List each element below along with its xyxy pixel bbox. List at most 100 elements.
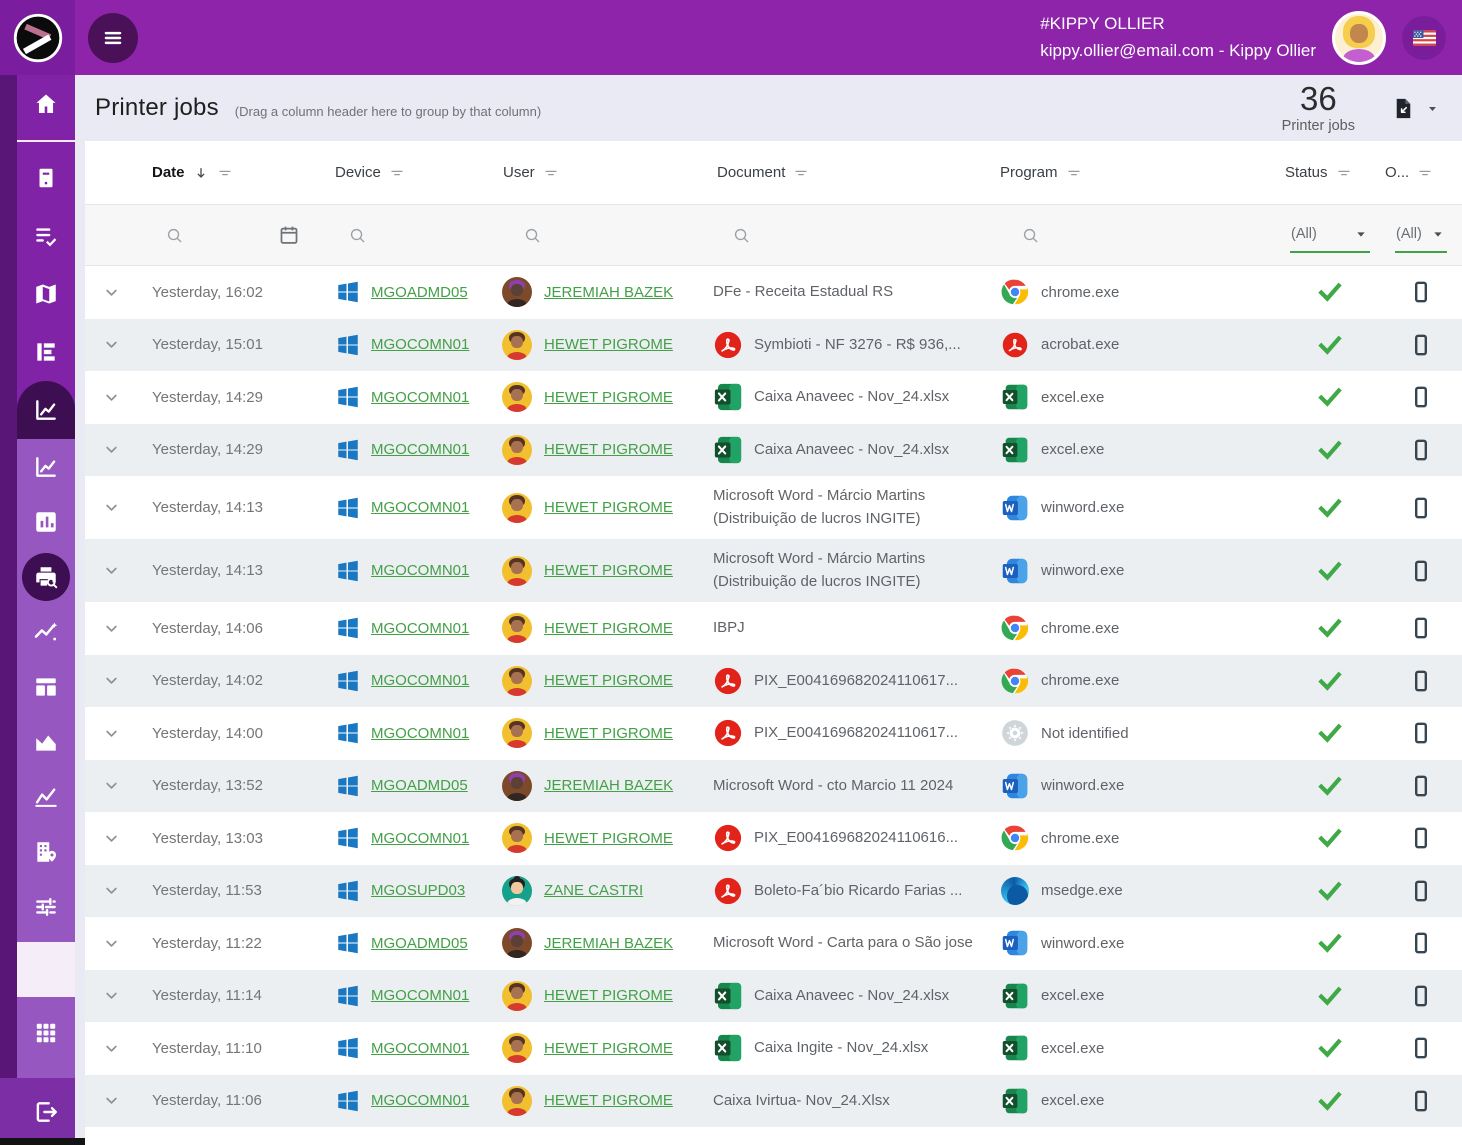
sidebar-item-apps[interactable]: [17, 1005, 75, 1060]
expand-row-chevron-icon[interactable]: [102, 1039, 121, 1058]
sidebar-item-divider[interactable]: [17, 942, 75, 997]
sidebar-item-analytics[interactable]: [17, 381, 75, 439]
origin-filter-select[interactable]: (All): [1380, 217, 1462, 253]
origin-phone-icon[interactable]: [1409, 438, 1433, 462]
column-header-user[interactable]: User: [498, 164, 712, 181]
calendar-icon[interactable]: [278, 224, 300, 246]
expand-row-chevron-icon[interactable]: [102, 986, 121, 1005]
user-link[interactable]: HEWET PIGROME: [544, 1040, 673, 1057]
sidebar-item-logout[interactable]: [17, 1083, 75, 1141]
expand-row-chevron-icon[interactable]: [102, 498, 121, 517]
device-link[interactable]: MGOCOMN01: [371, 672, 469, 689]
user-link[interactable]: HEWET PIGROME: [544, 830, 673, 847]
column-header-origin[interactable]: O...: [1380, 164, 1462, 181]
expand-row-chevron-icon[interactable]: [102, 1091, 121, 1110]
user-link[interactable]: HEWET PIGROME: [544, 389, 673, 406]
sidebar-item-tune[interactable]: [17, 879, 75, 934]
user-link[interactable]: HEWET PIGROME: [544, 725, 673, 742]
filter-icon[interactable]: [1066, 165, 1082, 181]
origin-phone-icon[interactable]: [1409, 669, 1433, 693]
table-row[interactable]: Yesterday, 14:00 MGOCOMN01 HEWET PIGROME: [85, 707, 1462, 760]
origin-phone-icon[interactable]: [1409, 280, 1433, 304]
menu-button[interactable]: [88, 13, 138, 63]
origin-phone-icon[interactable]: [1409, 496, 1433, 520]
device-link[interactable]: MGOCOMN01: [371, 499, 469, 516]
table-row[interactable]: Yesterday, 14:29 MGOCOMN01 HEWET PIGROME: [85, 371, 1462, 424]
column-header-date[interactable]: Date: [137, 164, 330, 181]
column-header-document[interactable]: Document: [712, 164, 995, 181]
sidebar-item-trends[interactable]: [17, 604, 75, 659]
table-row[interactable]: Yesterday, 13:03 MGOCOMN01 HEWET PIGROME: [85, 812, 1462, 865]
sidebar-item-locations[interactable]: [17, 824, 75, 879]
expand-row-chevron-icon[interactable]: [102, 829, 121, 848]
filter-icon[interactable]: [793, 165, 809, 181]
device-link[interactable]: MGOCOMN01: [371, 389, 469, 406]
origin-phone-icon[interactable]: [1409, 984, 1433, 1008]
sidebar-item-charts[interactable]: [17, 439, 75, 494]
origin-phone-icon[interactable]: [1409, 826, 1433, 850]
sidebar-item-divider[interactable]: [17, 140, 75, 142]
export-button[interactable]: [1391, 96, 1440, 121]
expand-row-chevron-icon[interactable]: [102, 724, 121, 743]
user-link[interactable]: JEREMIAH BAZEK: [544, 777, 673, 794]
table-row[interactable]: Yesterday, 11:22 MGOADMD05 JEREMIAH BAZE…: [85, 917, 1462, 970]
origin-phone-icon[interactable]: [1409, 879, 1433, 903]
sidebar-item-home[interactable]: [17, 75, 75, 133]
expand-row-chevron-icon[interactable]: [102, 561, 121, 580]
filter-icon[interactable]: [1417, 165, 1433, 181]
origin-phone-icon[interactable]: [1409, 774, 1433, 798]
expand-row-chevron-icon[interactable]: [102, 283, 121, 302]
user-link[interactable]: HEWET PIGROME: [544, 499, 673, 516]
origin-phone-icon[interactable]: [1409, 931, 1433, 955]
user-link[interactable]: ZANE CASTRI: [544, 882, 643, 899]
expand-row-chevron-icon[interactable]: [102, 881, 121, 900]
user-link[interactable]: HEWET PIGROME: [544, 562, 673, 579]
user-link[interactable]: HEWET PIGROME: [544, 987, 673, 1004]
expand-row-chevron-icon[interactable]: [102, 335, 121, 354]
device-link[interactable]: MGOADMD05: [371, 284, 468, 301]
device-link[interactable]: MGOADMD05: [371, 777, 468, 794]
expand-row-chevron-icon[interactable]: [102, 671, 121, 690]
table-row[interactable]: Yesterday, 13:52 MGOADMD05 JEREMIAH BAZE…: [85, 760, 1462, 813]
origin-phone-icon[interactable]: [1409, 385, 1433, 409]
table-row[interactable]: Yesterday, 14:29 MGOCOMN01 HEWET PIGROME: [85, 424, 1462, 477]
table-row[interactable]: Yesterday, 11:53 MGOSUPD03 ZANE CASTRI: [85, 865, 1462, 918]
filter-icon[interactable]: [389, 165, 405, 181]
device-link[interactable]: MGOADMD05: [371, 935, 468, 952]
sidebar-item-area-report[interactable]: [17, 714, 75, 769]
user-link[interactable]: JEREMIAH BAZEK: [544, 935, 673, 952]
device-link[interactable]: MGOCOMN01: [371, 562, 469, 579]
date-filter-input[interactable]: [137, 224, 330, 246]
device-link[interactable]: MGOCOMN01: [371, 830, 469, 847]
column-header-status[interactable]: Status: [1280, 164, 1380, 181]
sidebar-item-line-report[interactable]: [17, 769, 75, 824]
filter-icon[interactable]: [217, 165, 233, 181]
device-link[interactable]: MGOCOMN01: [371, 620, 469, 637]
user-link[interactable]: HEWET PIGROME: [544, 672, 673, 689]
expand-row-chevron-icon[interactable]: [102, 776, 121, 795]
origin-phone-icon[interactable]: [1409, 333, 1433, 357]
origin-phone-icon[interactable]: [1409, 616, 1433, 640]
expand-row-chevron-icon[interactable]: [102, 619, 121, 638]
language-button[interactable]: [1402, 16, 1446, 60]
document-filter-input[interactable]: [712, 226, 995, 245]
column-header-program[interactable]: Program: [995, 164, 1280, 181]
sidebar-item-job-list[interactable]: [17, 207, 75, 265]
table-row[interactable]: Yesterday, 11:06 MGOCOMN01 HEWET PIGROME: [85, 1075, 1462, 1128]
device-link[interactable]: MGOCOMN01: [371, 1040, 469, 1057]
expand-row-chevron-icon[interactable]: [102, 440, 121, 459]
user-filter-input[interactable]: [498, 226, 712, 245]
user-link[interactable]: JEREMIAH BAZEK: [544, 284, 673, 301]
device-link[interactable]: MGOCOMN01: [371, 1092, 469, 1109]
device-link[interactable]: MGOCOMN01: [371, 441, 469, 458]
sort-desc-icon[interactable]: [193, 165, 209, 181]
user-link[interactable]: HEWET PIGROME: [544, 1092, 673, 1109]
table-row[interactable]: Yesterday, 11:10 MGOCOMN01 HEWET PIGROME: [85, 1022, 1462, 1075]
sidebar-item-summary[interactable]: [17, 323, 75, 381]
table-row[interactable]: Yesterday, 16:02 MGOADMD05 JEREMIAH BAZE…: [85, 266, 1462, 319]
origin-phone-icon[interactable]: [1409, 1089, 1433, 1113]
device-link[interactable]: MGOCOMN01: [371, 987, 469, 1004]
filter-icon[interactable]: [543, 165, 559, 181]
program-filter-input[interactable]: [995, 226, 1280, 245]
device-link[interactable]: MGOCOMN01: [371, 725, 469, 742]
